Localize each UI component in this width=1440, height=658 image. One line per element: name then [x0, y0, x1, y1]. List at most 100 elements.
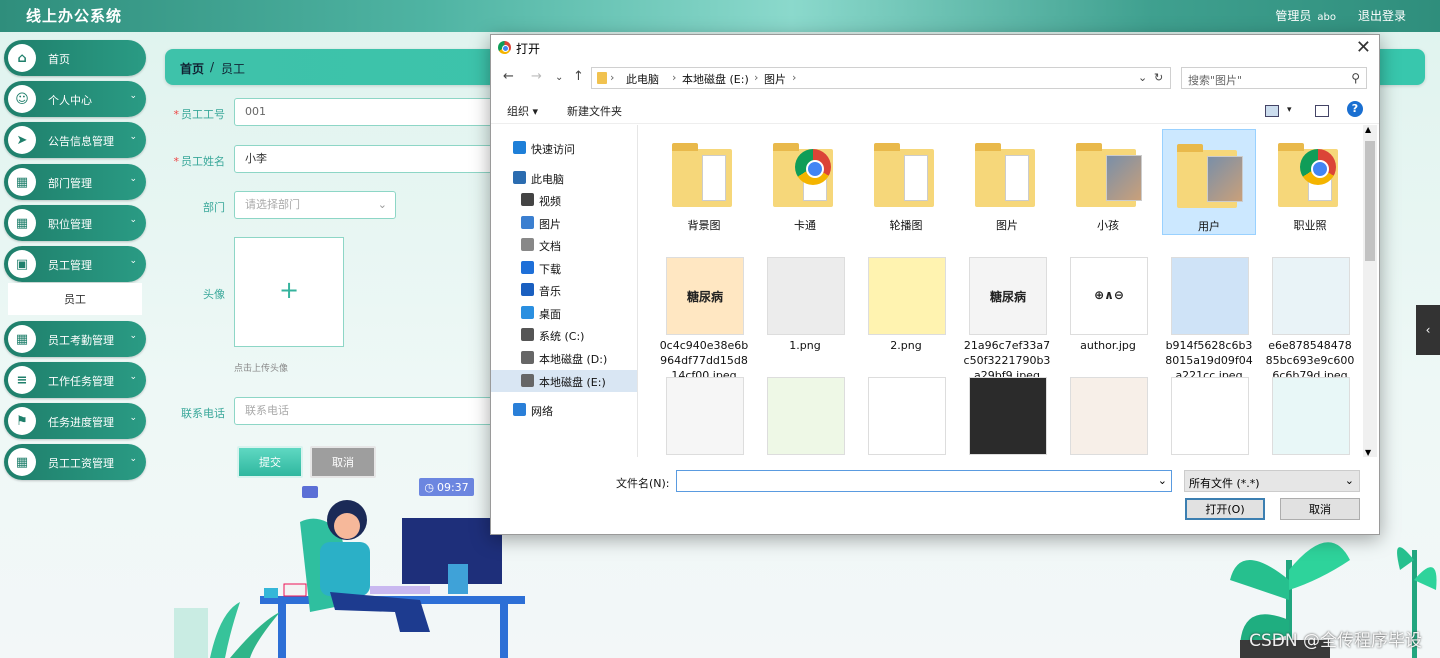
file-item[interactable]: 1.png	[758, 249, 852, 353]
folder-item[interactable]: 图片	[960, 129, 1054, 233]
sidebar-item[interactable]: ☺ 个人中心 ⌄	[4, 81, 146, 117]
image-thumbnail	[1171, 377, 1249, 455]
chevron-down-icon[interactable]: ⌄	[555, 72, 563, 83]
nav-item[interactable]: 系统 (C:)	[491, 324, 637, 346]
file-item[interactable]: 2.png	[859, 249, 953, 353]
forward-icon[interactable]: →	[531, 69, 542, 84]
logout-link[interactable]: 退出登录	[1358, 7, 1406, 24]
nav-item[interactable]: 此电脑	[491, 167, 637, 189]
file-item[interactable]: 糖尿病 0c4c940e38e6b964df77dd15d814cf00.jpeg	[657, 249, 751, 383]
search-box[interactable]: 搜索"图片" ⚲	[1181, 67, 1367, 89]
nav-item-icon	[513, 403, 526, 416]
image-thumbnail-icon	[765, 375, 845, 455]
file-item[interactable]: ⊕∧⊖ author.jpg	[1061, 249, 1155, 353]
nav-item-label: 音乐	[539, 285, 561, 298]
grid-icon: ▦	[8, 209, 36, 237]
nav-item[interactable]: 本地磁盘 (E:)	[491, 370, 637, 392]
preview-pane-icon[interactable]	[1315, 105, 1329, 117]
folder-item[interactable]: 用户	[1162, 129, 1256, 235]
sidebar-subitem[interactable]: 员工	[8, 283, 142, 315]
help-icon[interactable]: ?	[1347, 101, 1363, 117]
nav-item[interactable]: 桌面	[491, 302, 637, 324]
folder-item[interactable]: 卡通	[758, 129, 852, 233]
close-icon[interactable]: ✕	[1356, 37, 1371, 58]
nav-item[interactable]: 音乐	[491, 279, 637, 301]
submit-button[interactable]: 提交	[237, 446, 303, 478]
up-icon[interactable]: ↑	[573, 69, 584, 84]
nav-item[interactable]: 快速访问	[491, 137, 637, 159]
folder-item[interactable]: 轮播图	[859, 129, 953, 233]
sidebar: ⌂ 首页 ☺ 个人中心 ⌄ ➤ 公告信息管理 ⌄ ▦ 部门管理 ⌄ ▦ 职位管理 ⌄ ▣ 员工管理 ⌄ ▦ 员工考勤…	[0, 36, 148, 658]
user-area: 管理员 abo 退出登录	[1275, 7, 1406, 24]
sidebar-item-label: 首页	[48, 53, 70, 66]
file-item[interactable]	[758, 369, 852, 457]
sidebar-item[interactable]: ▦ 部门管理 ⌄	[4, 164, 146, 200]
emp-name-input[interactable]: 小李	[234, 145, 494, 173]
new-folder-button[interactable]: 新建文件夹	[567, 103, 622, 119]
breadcrumb-home[interactable]: 首页	[180, 60, 204, 77]
sidebar-item[interactable]: ▦ 员工工资管理 ⌄	[4, 444, 146, 480]
file-item[interactable]: 糖尿病 21a96c7ef33a7c50f3221790b3a29bf9.jpeg	[960, 249, 1054, 383]
chevron-up-icon[interactable]: ▲	[1365, 125, 1371, 134]
filetype-select[interactable]: 所有文件 (*.*) ⌄	[1184, 470, 1360, 492]
dept-select[interactable]: 请选择部门 ⌄	[234, 191, 396, 219]
file-item[interactable]	[657, 369, 751, 457]
file-grid-scrollbar[interactable]: ▲ ▼	[1363, 125, 1377, 457]
file-item[interactable]	[859, 369, 953, 457]
chevron-down-icon: ⌄	[129, 256, 137, 266]
nav-item[interactable]: 网络	[491, 399, 637, 421]
sidebar-item[interactable]: ⚑ 任务进度管理 ⌄	[4, 403, 146, 439]
side-expand-tab[interactable]: ‹	[1416, 305, 1440, 355]
sidebar-item[interactable]: ▣ 员工管理 ⌄	[4, 246, 146, 282]
chrome-icon	[498, 41, 511, 54]
nav-item[interactable]: 下载	[491, 257, 637, 279]
nav-item[interactable]: 本地磁盘 (D:)	[491, 347, 637, 369]
chevron-down-icon: ⌄	[129, 454, 137, 464]
sidebar-item[interactable]: ➤ 公告信息管理 ⌄	[4, 122, 146, 158]
filename-input[interactable]: ⌄	[676, 470, 1172, 492]
scrollbar-thumb[interactable]	[1365, 141, 1375, 261]
nav-item[interactable]: 文档	[491, 234, 637, 256]
address-bar[interactable]: › 此电脑 › 本地磁盘 (E:) › 图片 › ⌄ ↻	[591, 67, 1171, 89]
folder-item[interactable]: 职业照	[1263, 129, 1357, 233]
chevron-down-icon[interactable]: ▾	[1287, 105, 1292, 115]
sidebar-item[interactable]: ≡ 工作任务管理 ⌄	[4, 362, 146, 398]
nav-item-icon	[521, 261, 534, 274]
chevron-down-icon[interactable]: ▼	[1365, 448, 1371, 457]
sidebar-item[interactable]: ▦ 职位管理 ⌄	[4, 205, 146, 241]
path-segment[interactable]: 本地磁盘 (E:)	[682, 71, 749, 87]
nav-item-icon	[521, 193, 534, 206]
folder-icon: ▣	[8, 250, 36, 278]
file-item[interactable]	[1162, 369, 1256, 457]
folder-item[interactable]: 小孩	[1061, 129, 1155, 233]
back-icon[interactable]: ←	[503, 69, 514, 84]
file-item[interactable]: b914f5628c6b38015a19d09f04a221cc.jpeg	[1162, 249, 1256, 383]
file-item[interactable]	[1263, 369, 1357, 457]
file-item[interactable]: e6e87854847885bc693e9c6006c6b79d.jpeg	[1263, 249, 1357, 383]
nav-item[interactable]: 图片	[491, 212, 637, 234]
dialog-cancel-button[interactable]: 取消	[1280, 498, 1360, 520]
emp-no-input[interactable]: 001	[234, 98, 494, 126]
organize-button[interactable]: 组织 ▾	[507, 103, 538, 119]
nav-item[interactable]: 视频	[491, 189, 637, 211]
sidebar-item[interactable]: ⌂ 首页	[4, 40, 146, 76]
chevron-down-icon[interactable]: ⌄	[1138, 71, 1147, 84]
avatar-upload[interactable]: +	[234, 237, 344, 347]
cancel-button[interactable]: 取消	[310, 446, 376, 478]
nav-item-icon	[521, 283, 534, 296]
chevron-down-icon[interactable]: ⌄	[1158, 474, 1167, 487]
plus-icon: +	[279, 276, 300, 304]
file-item[interactable]	[1061, 369, 1155, 457]
sidebar-item[interactable]: ▦ 员工考勤管理 ⌄	[4, 321, 146, 357]
file-name: 2.png	[890, 339, 922, 352]
file-item[interactable]	[960, 369, 1054, 457]
refresh-icon[interactable]: ↻	[1154, 71, 1163, 84]
folder-item[interactable]: 背景图	[657, 129, 751, 233]
view-icon[interactable]	[1265, 105, 1279, 117]
path-segment[interactable]: 此电脑	[626, 71, 659, 87]
image-thumbnail	[1272, 257, 1350, 335]
page-icon	[904, 155, 928, 201]
open-button[interactable]: 打开(O)	[1185, 498, 1265, 520]
phone-input[interactable]: 联系电话	[234, 397, 494, 425]
path-segment[interactable]: 图片	[764, 71, 786, 87]
